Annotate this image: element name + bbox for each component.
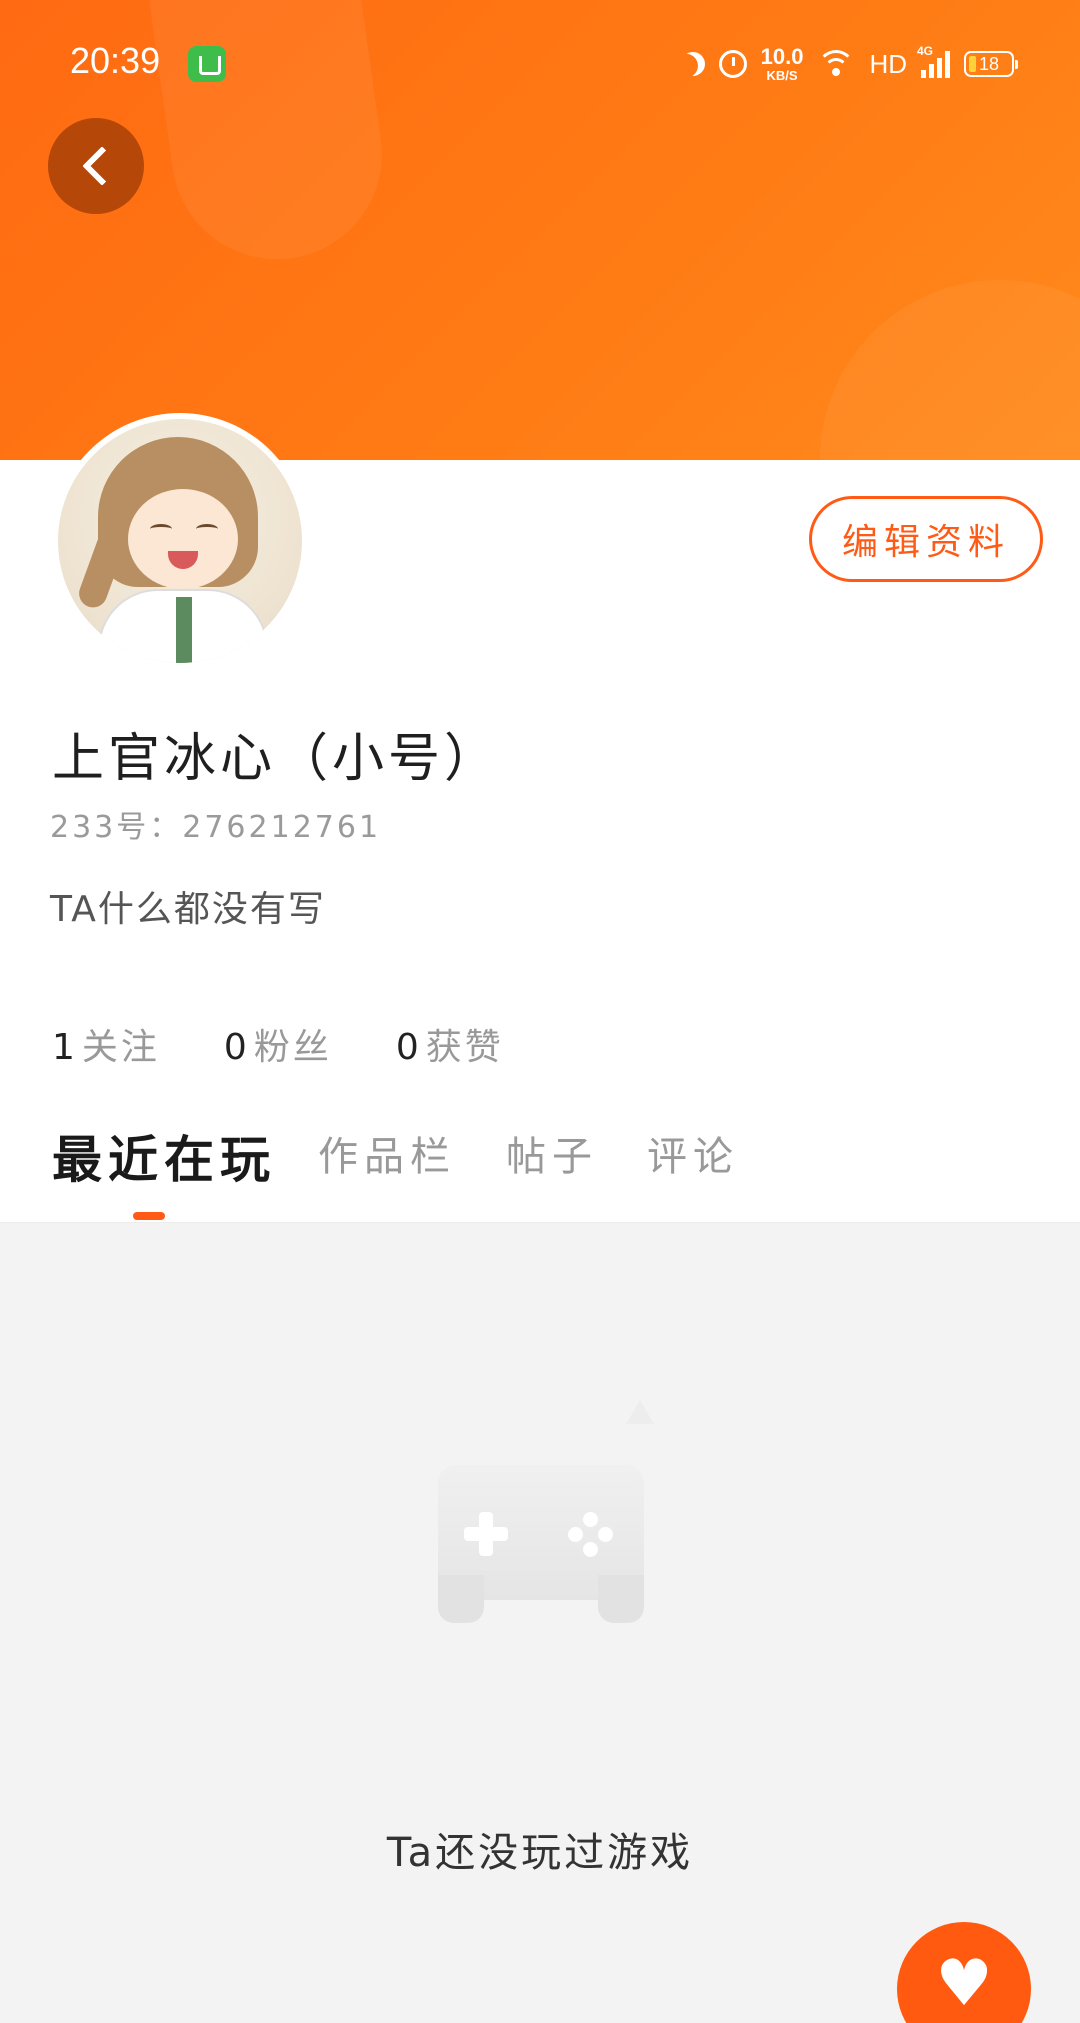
gamepad-icon <box>380 1380 700 1680</box>
stat-likes[interactable]: 0 获赞 <box>396 1018 504 1070</box>
back-button[interactable] <box>48 118 144 214</box>
battery-icon: 18 <box>964 51 1018 77</box>
signal-icon: 4G <box>917 44 950 78</box>
status-bar: 20:39 10.0 KB/S HD 4G 18 <box>0 0 1080 128</box>
banner-decoration <box>820 280 1080 460</box>
stat-label: 获赞 <box>425 1027 504 1068</box>
stat-count: 0 <box>395 1027 422 1068</box>
chevron-left-icon <box>82 146 122 186</box>
tab-posts[interactable]: 帖子 <box>506 1124 598 1182</box>
tab-recent-play[interactable]: 最近在玩 <box>52 1120 276 1192</box>
stat-following[interactable]: 1 关注 <box>52 1018 160 1070</box>
heart-icon: ♥ <box>935 1947 993 2021</box>
status-time: 20:39 <box>70 40 161 81</box>
battery-level: 18 <box>978 53 1000 74</box>
profile-tabs: 最近在玩 作品栏 帖子 评论 <box>0 1120 1080 1223</box>
divider <box>0 1222 1080 1223</box>
tab-comments[interactable]: 评论 <box>647 1124 739 1182</box>
stat-count: 1 <box>52 1027 78 1068</box>
stat-label: 关注 <box>81 1027 160 1068</box>
hd-label: HD <box>869 48 907 79</box>
net-speed: 10.0 KB/S <box>760 44 804 83</box>
net-speed-value: 10.0 <box>760 44 804 69</box>
network-type: 4G <box>917 44 934 58</box>
avatar-image <box>58 419 302 663</box>
tab-indicator <box>133 1212 165 1220</box>
stat-count: 0 <box>223 1027 250 1068</box>
avatar[interactable] <box>52 413 308 669</box>
user-id: 233号：276212761 <box>50 810 382 845</box>
favorite-button[interactable]: ♥ <box>897 1922 1031 2023</box>
stat-label: 粉丝 <box>253 1027 332 1068</box>
nickname: 上官冰心（小号） <box>52 729 501 789</box>
net-speed-unit: KB/S <box>766 68 798 83</box>
stats-row: 1 关注 0 粉丝 0 获赞 <box>52 1018 504 1070</box>
edit-profile-button[interactable]: 编辑资料 <box>809 496 1043 582</box>
moon-icon <box>676 48 709 81</box>
wifi-icon <box>817 50 856 78</box>
status-icons: 10.0 KB/S HD 4G 18 <box>681 44 1018 84</box>
tab-works[interactable]: 作品栏 <box>318 1124 456 1182</box>
stat-followers[interactable]: 0 粉丝 <box>224 1018 332 1070</box>
bio: TA什么都没有写 <box>50 889 326 930</box>
empty-state-text: Ta还没玩过游戏 <box>386 1830 694 1876</box>
app-badge-icon <box>188 46 226 82</box>
alarm-icon <box>718 50 747 78</box>
